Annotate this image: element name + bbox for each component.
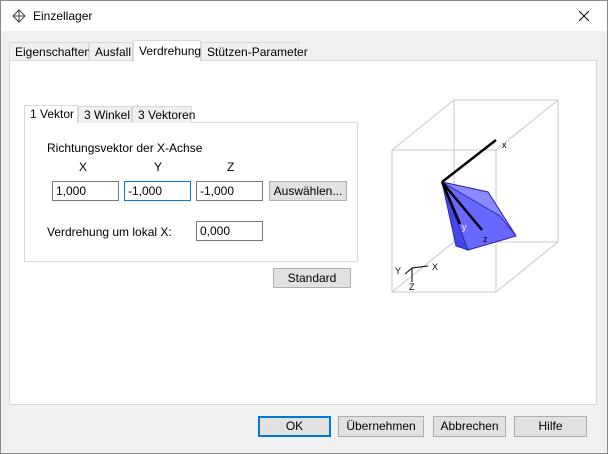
title-bar: Einzellager — [1, 1, 607, 31]
cancel-button[interactable]: Abbrechen — [433, 416, 506, 437]
axis-x-label: x — [502, 140, 507, 150]
legend-x-label: X — [432, 262, 438, 272]
vector-x-field[interactable]: 1,000 — [52, 181, 119, 201]
vector-y-field[interactable]: -1,000 — [124, 181, 191, 201]
tab-ausfall[interactable]: Ausfall — [89, 42, 133, 60]
legend-y-label: Y — [395, 266, 401, 276]
close-button[interactable] — [567, 3, 601, 29]
close-icon — [578, 10, 590, 22]
vector-heading: Richtungsvektor der X-Achse — [47, 141, 203, 155]
tab-3-vektoren[interactable]: 3 Vektoren — [132, 106, 195, 123]
twist-label: Verdrehung um lokal X: — [47, 225, 172, 239]
tab-1-vektor[interactable]: 1 Vektor — [24, 105, 78, 123]
tab-eigenschaften[interactable]: Eigenschaften — [9, 42, 91, 60]
help-button[interactable]: Hilfe — [514, 416, 587, 437]
standard-button[interactable]: Standard — [273, 268, 351, 288]
ok-button[interactable]: OK — [258, 416, 331, 437]
select-button[interactable]: Auswählen... — [269, 181, 347, 201]
axis-y-label: y — [462, 222, 467, 232]
tab-verdrehung[interactable]: Verdrehung — [133, 40, 201, 62]
twist-field[interactable]: 0,000 — [196, 221, 263, 241]
column-z-label: Z — [227, 160, 235, 174]
apply-button[interactable]: Übernehmen — [338, 416, 424, 437]
support-icon — [12, 9, 26, 23]
axis-z-label: z — [483, 234, 488, 244]
legend-z-label: Z — [409, 282, 415, 292]
vector-z-field[interactable]: -1,000 — [196, 181, 263, 201]
window-title: Einzellager — [33, 9, 93, 23]
column-x-label: X — [79, 160, 88, 174]
tab-3-winkel[interactable]: 3 Winkel — [78, 106, 132, 123]
tab-stuetzen-parameter[interactable]: Stützen-Parameter — [201, 42, 308, 60]
orientation-preview: x y z X Y Z — [391, 99, 559, 293]
column-y-label: Y — [154, 160, 163, 174]
